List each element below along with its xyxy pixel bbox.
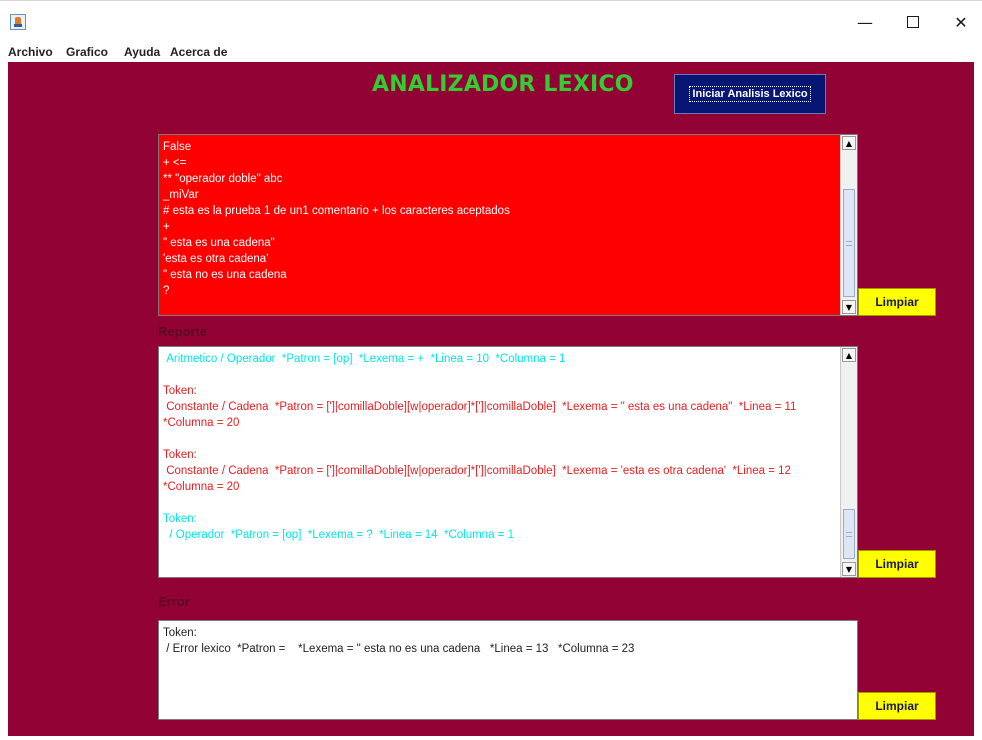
scroll-down-arrow-icon[interactable]: ▼ (842, 562, 856, 576)
input-line: " esta no es una cadena (163, 269, 287, 281)
input-line: + (163, 221, 170, 233)
report-line (163, 367, 836, 383)
close-button[interactable]: ✕ (938, 1, 982, 43)
maximize-icon (907, 16, 919, 28)
menu-grafico[interactable]: Grafico (66, 45, 108, 59)
input-line: 'esta es otra cadena' (163, 253, 269, 265)
scroll-up-arrow-icon[interactable]: ▲ (842, 348, 856, 362)
report-line: / Operador *Patron = [op] *Lexema = ? *L… (163, 529, 514, 541)
source-input-scrollbar[interactable]: ▲ ▼ (840, 135, 857, 315)
menu-ayuda[interactable]: Ayuda (124, 45, 160, 59)
report-line: Token: (163, 385, 197, 397)
scroll-down-arrow-icon[interactable]: ▼ (842, 300, 856, 314)
maximize-button[interactable] (890, 1, 936, 43)
input-line: False (163, 141, 192, 153)
report-area[interactable]: Aritmetico / Operador *Patron = [op] *Le… (158, 346, 858, 578)
report-line (163, 431, 836, 447)
report-line: Constante / Cadena *Patron = [']|comilla… (163, 465, 798, 493)
clear-error-button[interactable]: Limpiar (858, 692, 936, 720)
title-bar: — ✕ (0, 0, 982, 43)
error-line: Token: (163, 627, 197, 639)
scroll-thumb[interactable] (843, 189, 855, 297)
clear-report-button[interactable]: Limpiar (858, 550, 936, 578)
menu-bar: Archivo Grafico Ayuda Acerca de (0, 42, 982, 62)
error-area[interactable]: Token: / Error lexico *Patron = *Lexema … (158, 620, 858, 720)
start-analysis-label: Iniciar Analisis Lexico (689, 86, 811, 102)
input-line: # esta es la prueba 1 de un1 comentario … (163, 205, 510, 217)
input-line: + <= (163, 157, 187, 169)
menu-archivo[interactable]: Archivo (8, 45, 53, 59)
clear-input-button[interactable]: Limpiar (858, 288, 936, 316)
source-input-text[interactable]: False + <= ** "operador doble" abc _miVar # … (159, 135, 840, 315)
java-app-icon (10, 14, 26, 30)
source-input-area[interactable]: False + <= ** "operador doble" abc _miVar # … (158, 134, 858, 316)
input-line: ** "operador doble" abc (163, 173, 283, 185)
report-line (163, 495, 836, 511)
close-icon: ✕ (954, 12, 968, 32)
report-line: Token: (163, 513, 197, 525)
menu-acerca-de[interactable]: Acerca de (170, 45, 227, 59)
report-label: Reporte (158, 324, 208, 339)
input-line: " esta es una cadena" (163, 237, 275, 249)
error-text[interactable]: Token: / Error lexico *Patron = *Lexema … (159, 621, 857, 719)
scroll-up-arrow-icon[interactable]: ▲ (842, 136, 856, 150)
app-title: ANALIZADOR LEXICO (372, 72, 634, 97)
error-line: / Error lexico *Patron = *Lexema = " est… (163, 643, 635, 655)
report-line: Aritmetico / Operador *Patron = [op] *Le… (163, 353, 566, 365)
report-scrollbar[interactable]: ▲ ▼ (840, 347, 857, 577)
report-line: Constante / Cadena *Patron = [']|comilla… (163, 401, 803, 429)
minimize-icon: — (857, 12, 873, 32)
error-label: Error (158, 594, 190, 609)
report-line: Token: (163, 449, 197, 461)
start-analysis-button[interactable]: Iniciar Analisis Lexico (674, 74, 826, 114)
report-text[interactable]: Aritmetico / Operador *Patron = [op] *Le… (159, 347, 840, 577)
scroll-thumb[interactable] (843, 509, 855, 559)
main-panel: ANALIZADOR LEXICO Iniciar Analisis Lexic… (8, 62, 974, 736)
minimize-button[interactable]: — (842, 1, 888, 43)
input-line: ? (163, 285, 170, 297)
input-line: _miVar (163, 189, 199, 201)
